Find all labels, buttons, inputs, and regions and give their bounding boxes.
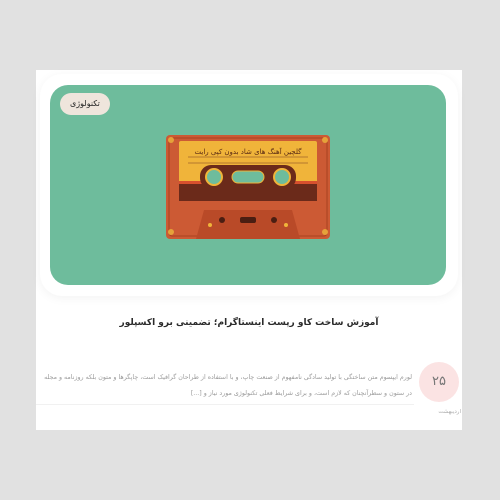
post-title[interactable]: آموزش ساخت کاو رپست اینستاگرام؛ تضمینی ب… [40, 318, 458, 328]
post-image[interactable]: گلچین آهنگ های شاد بدون کپی رایت [50, 85, 446, 285]
post-date: اردیبهشت [438, 409, 461, 415]
category-label: تکنولوژی [70, 99, 100, 108]
cassette-tape-icon: گلچین آهنگ های شاد بدون کپی رایت [166, 135, 330, 239]
cassette-label-text: گلچین آهنگ های شاد بدون کپی رایت [195, 147, 303, 156]
post-count: ۲۵ [432, 374, 446, 389]
post-count-badge: ۲۵ [419, 362, 459, 402]
post-excerpt: لورم ایپسوم متن ساختگی با تولید سادگی نا… [44, 374, 412, 397]
divider [36, 404, 414, 405]
category-badge[interactable]: تکنولوژی [60, 93, 110, 115]
cassette-tape-image: گلچین آهنگ های شاد بدون کپی رایت [166, 135, 330, 239]
